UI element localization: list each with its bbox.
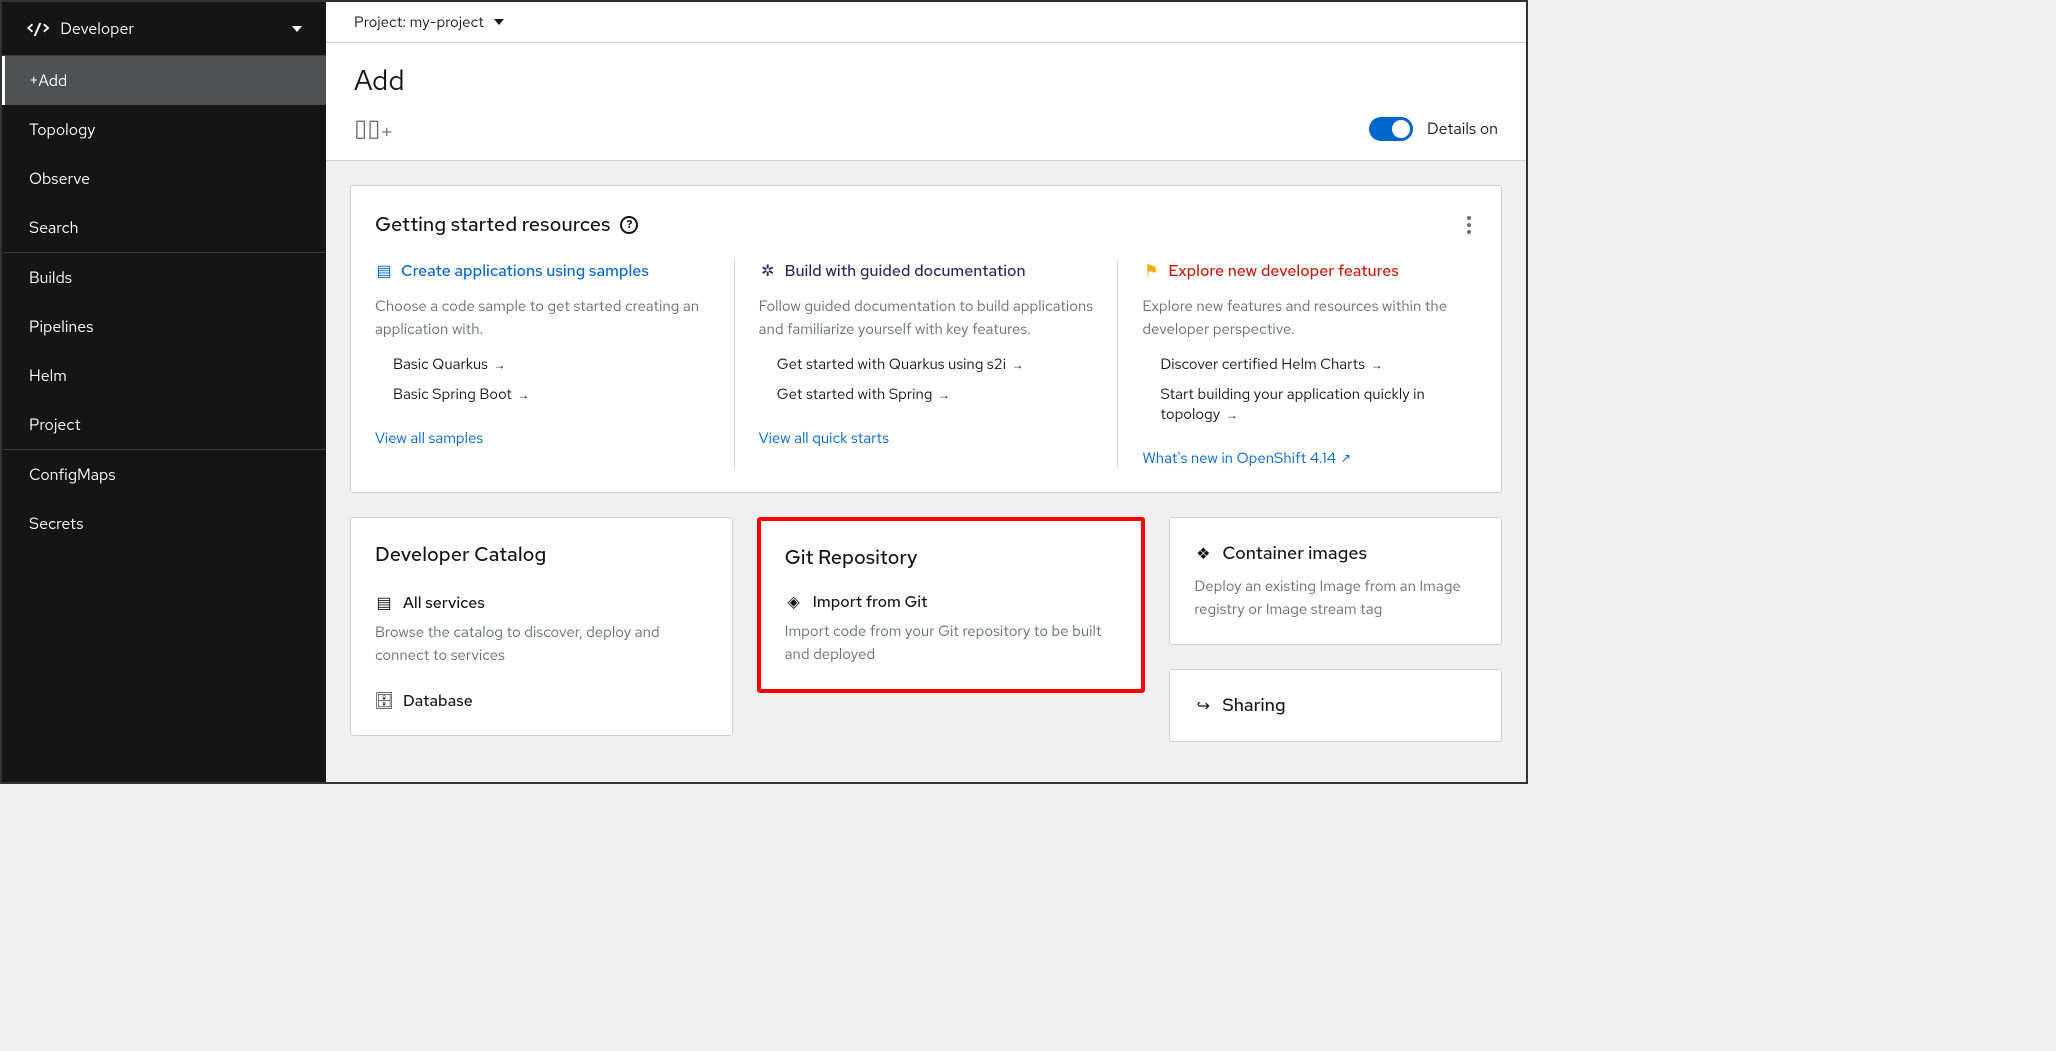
sidebar-item-configmaps[interactable]: ConfigMaps — [2, 450, 326, 499]
getting-started-title: Getting started resources — [375, 212, 610, 238]
book-icon: ▤ — [375, 260, 393, 281]
sidebar-item-builds[interactable]: Builds — [2, 253, 326, 302]
right-column: ❖ Container images Deploy an existing Im… — [1169, 517, 1502, 742]
book-icon[interactable]: ▯▯₊ — [354, 113, 393, 144]
help-icon[interactable]: ? — [620, 216, 638, 234]
arrow-right-icon: → — [517, 387, 529, 403]
sidebar-item-topology[interactable]: Topology — [2, 105, 326, 154]
sidebar-item-helm[interactable]: Helm — [2, 351, 326, 400]
gs-samples-heading[interactable]: ▤ Create applications using samples — [375, 260, 710, 281]
developer-catalog-card: Developer Catalog ▤ All services Browse … — [350, 517, 733, 736]
gs-link[interactable]: Discover certified Helm Charts → — [1160, 354, 1477, 374]
route-icon: ✲ — [759, 260, 777, 281]
catalog-all-services[interactable]: ▤ All services Browse the catalog to dis… — [375, 592, 708, 666]
sidebar-item-observe[interactable]: Observe — [2, 154, 326, 203]
external-link-icon: ↗ — [1341, 450, 1351, 466]
sidebar-item-project[interactable]: Project — [2, 400, 326, 449]
gs-explore-desc: Explore new features and resources withi… — [1142, 295, 1477, 340]
sidebar: </> Developer +Add Topology Observe Sear… — [2, 2, 326, 782]
arrow-right-icon: → — [493, 357, 505, 373]
gs-samples-desc: Choose a code sample to get started crea… — [375, 295, 710, 340]
perspective-label: Developer — [60, 18, 134, 39]
content-area: Getting started resources ? ▤ Create app… — [326, 161, 1526, 782]
details-toggle[interactable] — [1369, 117, 1413, 141]
page-header: Add ▯▯₊ Details on — [326, 43, 1526, 161]
gs-col-guided: ✲ Build with guided documentation Follow… — [734, 260, 1118, 468]
gs-link[interactable]: Basic Quarkus → — [393, 354, 710, 374]
chevron-down-icon — [494, 19, 504, 25]
nav-list: +Add Topology Observe Search Builds Pipe… — [2, 56, 326, 548]
sidebar-item-secrets[interactable]: Secrets — [2, 499, 326, 548]
gs-explore-heading[interactable]: ⚑ Explore new developer features — [1142, 260, 1477, 281]
sidebar-item-add[interactable]: +Add — [2, 56, 326, 105]
code-icon: </> — [26, 20, 50, 38]
import-from-git[interactable]: ◈ Import from Git Import code from your … — [785, 591, 1118, 665]
sidebar-item-pipelines[interactable]: Pipelines — [2, 302, 326, 351]
details-toggle-group: Details on — [1369, 117, 1498, 141]
gs-link[interactable]: Get started with Quarkus using s2i → — [777, 354, 1094, 374]
gs-col-samples: ▤ Create applications using samples Choo… — [375, 260, 734, 468]
git-repository-card: Git Repository ◈ Import from Git Import … — [757, 517, 1146, 693]
project-bar[interactable]: Project: my-project — [326, 2, 1526, 43]
card-title: Developer Catalog — [375, 542, 708, 568]
getting-started-card: Getting started resources ? ▤ Create app… — [350, 185, 1502, 493]
arrow-right-icon: → — [1226, 407, 1238, 423]
gs-link[interactable]: Basic Spring Boot → — [393, 384, 710, 404]
database-icon: 🗄 — [375, 690, 393, 711]
book-icon: ▤ — [375, 592, 393, 613]
view-all-samples-link[interactable]: View all samples — [375, 428, 710, 448]
kebab-menu[interactable] — [1461, 210, 1477, 240]
sidebar-item-search[interactable]: Search — [2, 203, 326, 252]
perspective-switcher[interactable]: </> Developer — [2, 2, 326, 56]
whats-new-link[interactable]: What's new in OpenShift 4.14 ↗ — [1142, 448, 1477, 468]
chevron-down-icon — [292, 26, 302, 32]
share-icon: ↪ — [1194, 695, 1212, 716]
card-title: Git Repository — [785, 545, 1118, 571]
gs-col-explore: ⚑ Explore new developer features Explore… — [1117, 260, 1477, 468]
page-title: Add — [354, 61, 1498, 99]
arrow-right-icon: → — [1371, 357, 1383, 373]
arrow-right-icon: → — [938, 387, 950, 403]
flag-icon: ⚑ — [1142, 260, 1160, 281]
container-images-card[interactable]: ❖ Container images Deploy an existing Im… — [1169, 517, 1502, 645]
git-icon: ◈ — [785, 591, 803, 612]
layers-icon: ❖ — [1194, 543, 1212, 564]
arrow-right-icon: → — [1012, 357, 1024, 373]
sharing-card[interactable]: ↪ Sharing — [1169, 669, 1502, 742]
details-label: Details on — [1427, 118, 1498, 139]
gs-guided-heading[interactable]: ✲ Build with guided documentation — [759, 260, 1094, 281]
gs-link[interactable]: Get started with Spring → — [777, 384, 1094, 404]
catalog-database[interactable]: 🗄 Database — [375, 690, 708, 711]
gs-guided-desc: Follow guided documentation to build app… — [759, 295, 1094, 340]
main-content: Project: my-project Add ▯▯₊ Details on G… — [326, 2, 1526, 782]
view-all-quickstarts-link[interactable]: View all quick starts — [759, 428, 1094, 448]
project-label: Project: my-project — [354, 12, 484, 32]
gs-link[interactable]: Start building your application quickly … — [1160, 384, 1477, 424]
